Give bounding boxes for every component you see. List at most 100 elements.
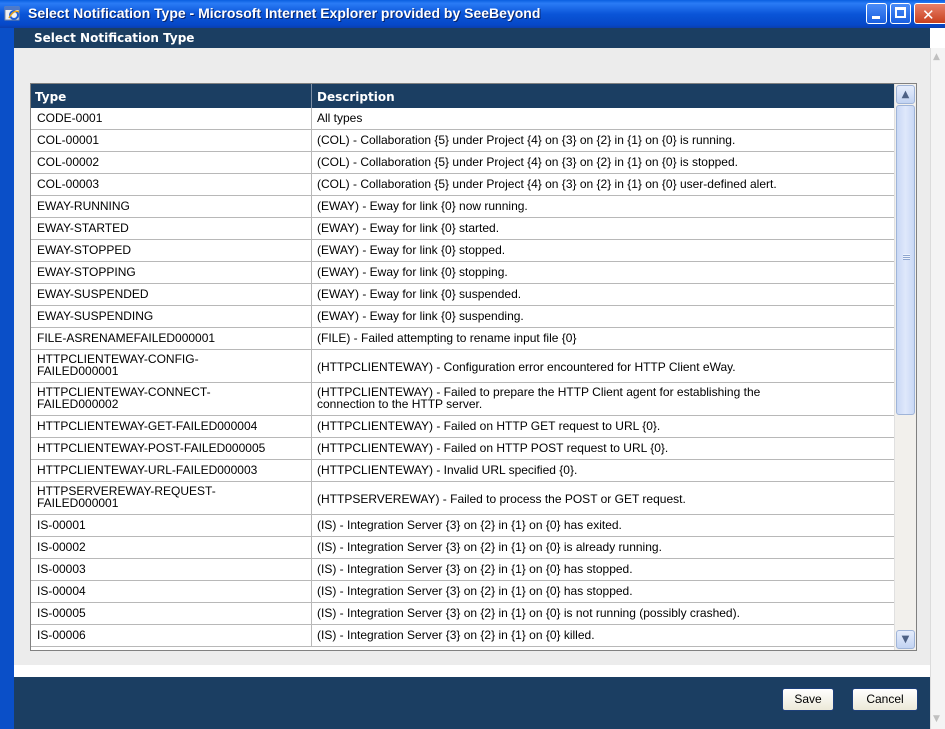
column-header-description[interactable]: Description	[317, 90, 395, 104]
type-cell: HTTPCLIENTEWAY-GET-FAILED000004	[37, 419, 258, 433]
column-header-type[interactable]: Type	[35, 90, 66, 104]
column-divider	[311, 537, 312, 558]
table-row[interactable]: IS-00006 (IS) - Integration Server {3} on…	[31, 625, 894, 647]
table-row[interactable]: EWAY-SUSPENDED (EWAY) - Eway for link {0}…	[31, 284, 894, 306]
scroll-thumb[interactable]	[896, 105, 915, 415]
chevron-down-icon: ▼	[901, 634, 910, 645]
page-scroll-up-icon[interactable]: ▲	[933, 52, 943, 62]
description-cell: (HTTPCLIENTEWAY) - Configuration error e…	[317, 360, 736, 374]
description-cell: (IS) - Integration Server {3} on {2} in …	[317, 562, 633, 576]
table-scrollbar[interactable]: ▲ ▼	[894, 84, 916, 650]
type-cell: HTTPCLIENTEWAY-CONFIG- FAILED000001	[37, 353, 309, 377]
type-cell: IS-00003	[37, 562, 86, 576]
description-cell: (COL) - Collaboration {5} under Project …	[317, 155, 738, 169]
column-divider	[311, 482, 312, 514]
table-row[interactable]: COL-00003 (COL) - Collaboration {5} under…	[31, 174, 894, 196]
scroll-up-button[interactable]: ▲	[896, 85, 915, 104]
close-button[interactable]: ✕	[914, 3, 945, 24]
dialog-header-title: Select Notification Type	[34, 31, 195, 45]
table-row[interactable]: EWAY-STARTED (EWAY) - Eway for link {0} s…	[31, 218, 894, 240]
column-divider	[311, 130, 312, 151]
save-button[interactable]: Save	[782, 688, 834, 711]
table-row[interactable]: IS-00001 (IS) - Integration Server {3} on…	[31, 515, 894, 537]
column-divider	[311, 84, 312, 108]
maximize-button[interactable]	[890, 3, 911, 24]
table-row[interactable]: HTTPCLIENTEWAY-GET-FAILED000004 (HTTPCLIE…	[31, 416, 894, 438]
description-cell: (HTTPSERVEREWAY) - Failed to process the…	[317, 492, 686, 506]
description-cell: (IS) - Integration Server {3} on {2} in …	[317, 606, 740, 620]
column-divider	[311, 108, 312, 129]
table-row[interactable]: EWAY-STOPPING (EWAY) - Eway for link {0} …	[31, 262, 894, 284]
table-row[interactable]: EWAY-SUSPENDING (EWAY) - Eway for link {0…	[31, 306, 894, 328]
column-divider	[311, 438, 312, 459]
minimize-button[interactable]	[866, 3, 887, 24]
table-row[interactable]: HTTPCLIENTEWAY-CONNECT- FAILED000002 (HTTP…	[31, 383, 894, 416]
type-cell: IS-00001	[37, 518, 86, 532]
table-row[interactable]: COL-00002 (COL) - Collaboration {5} under…	[31, 152, 894, 174]
column-divider	[311, 625, 312, 646]
description-cell: (EWAY) - Eway for link {0} now running.	[317, 199, 528, 213]
grip-icon	[903, 254, 910, 260]
type-cell: EWAY-STARTED	[37, 221, 129, 235]
column-divider	[311, 240, 312, 261]
table-row[interactable]: HTTPCLIENTEWAY-CONFIG- FAILED000001 (HTTPC…	[31, 350, 894, 383]
table-row[interactable]: IS-00003 (IS) - Integration Server {3} on…	[31, 559, 894, 581]
type-cell: COL-00001	[37, 133, 100, 147]
description-cell: (IS) - Integration Server {3} on {2} in …	[317, 518, 622, 532]
description-cell: (IS) - Integration Server {3} on {2} in …	[317, 584, 633, 598]
table-row[interactable]: CODE-0001 All types	[31, 108, 894, 130]
column-divider	[311, 284, 312, 305]
close-icon: ✕	[922, 6, 935, 24]
cancel-button[interactable]: Cancel	[852, 688, 918, 711]
description-cell: (EWAY) - Eway for link {0} suspended.	[317, 287, 522, 301]
table-row[interactable]: COL-00001 (COL) - Collaboration {5} under…	[31, 130, 894, 152]
description-cell: (COL) - Collaboration {5} under Project …	[317, 133, 736, 147]
table-row[interactable]: HTTPCLIENTEWAY-URL-FAILED000003 (HTTPCLIE…	[31, 460, 894, 482]
type-cell: IS-00004	[37, 584, 86, 598]
column-divider	[311, 152, 312, 173]
type-cell-line: FAILED000001	[37, 364, 119, 378]
type-cell: FILE-ASRENAMEFAILED000001	[37, 331, 216, 345]
table-row[interactable]: HTTPSERVEREWAY-REQUEST- FAILED000001 (HTTP…	[31, 482, 894, 515]
window-left-border	[0, 28, 14, 729]
description-cell: (HTTPCLIENTEWAY) - Failed on HTTP GET re…	[317, 419, 661, 433]
page-scroll-down-icon[interactable]: ▼	[933, 714, 943, 724]
description-cell: (EWAY) - Eway for link {0} stopping.	[317, 265, 508, 279]
notification-type-table: Type Description CODE-0001 All types COL-0…	[30, 83, 917, 651]
column-divider	[311, 306, 312, 327]
column-divider	[311, 262, 312, 283]
type-cell: EWAY-SUSPENDED	[37, 287, 149, 301]
description-cell: (EWAY) - Eway for link {0} started.	[317, 221, 500, 235]
window-title-bar[interactable]: Select Notification Type - Microsoft Int…	[0, 0, 945, 28]
table-row[interactable]: IS-00005 (IS) - Integration Server {3} on…	[31, 603, 894, 625]
type-cell: EWAY-SUSPENDING	[37, 309, 154, 323]
column-divider	[311, 515, 312, 536]
column-divider	[311, 460, 312, 481]
type-cell: HTTPCLIENTEWAY-CONNECT- FAILED000002	[37, 386, 309, 410]
table-row[interactable]: EWAY-RUNNING (EWAY) - Eway for link {0} n…	[31, 196, 894, 218]
column-divider	[311, 174, 312, 195]
window-title: Select Notification Type - Microsoft Int…	[28, 5, 541, 21]
type-cell: IS-00005	[37, 606, 86, 620]
table-row[interactable]: IS-00002 (IS) - Integration Server {3} on…	[31, 537, 894, 559]
description-cell: (COL) - Collaboration {5} under Project …	[317, 177, 777, 191]
minimize-icon	[872, 16, 880, 19]
description-cell: (HTTPCLIENTEWAY) - Failed on HTTP POST r…	[317, 441, 669, 455]
type-cell: EWAY-STOPPING	[37, 265, 136, 279]
table-row[interactable]: FILE-ASRENAMEFAILED000001 (FILE) - Failed…	[31, 328, 894, 350]
description-cell: All types	[317, 111, 363, 125]
description-cell-line: connection to the HTTP server.	[317, 397, 483, 411]
type-cell: HTTPSERVEREWAY-REQUEST- FAILED000001	[37, 485, 309, 509]
type-cell-line: FAILED000001	[37, 496, 119, 510]
maximize-icon	[895, 7, 906, 18]
type-cell-line: FAILED000002	[37, 397, 119, 411]
table-row[interactable]: EWAY-STOPPED (EWAY) - Eway for link {0} s…	[31, 240, 894, 262]
description-cell: (IS) - Integration Server {3} on {2} in …	[317, 628, 595, 642]
description-cell: (EWAY) - Eway for link {0} stopped.	[317, 243, 506, 257]
table-row[interactable]: HTTPCLIENTEWAY-POST-FAILED000005 (HTTPCLI…	[31, 438, 894, 460]
scroll-down-button[interactable]: ▼	[896, 630, 915, 649]
page-scrollbar[interactable]: ▲ ▼	[930, 48, 945, 729]
column-divider	[311, 196, 312, 217]
description-cell: (HTTPCLIENTEWAY) - Failed to prepare the…	[317, 386, 887, 410]
table-row[interactable]: IS-00004 (IS) - Integration Server {3} on…	[31, 581, 894, 603]
